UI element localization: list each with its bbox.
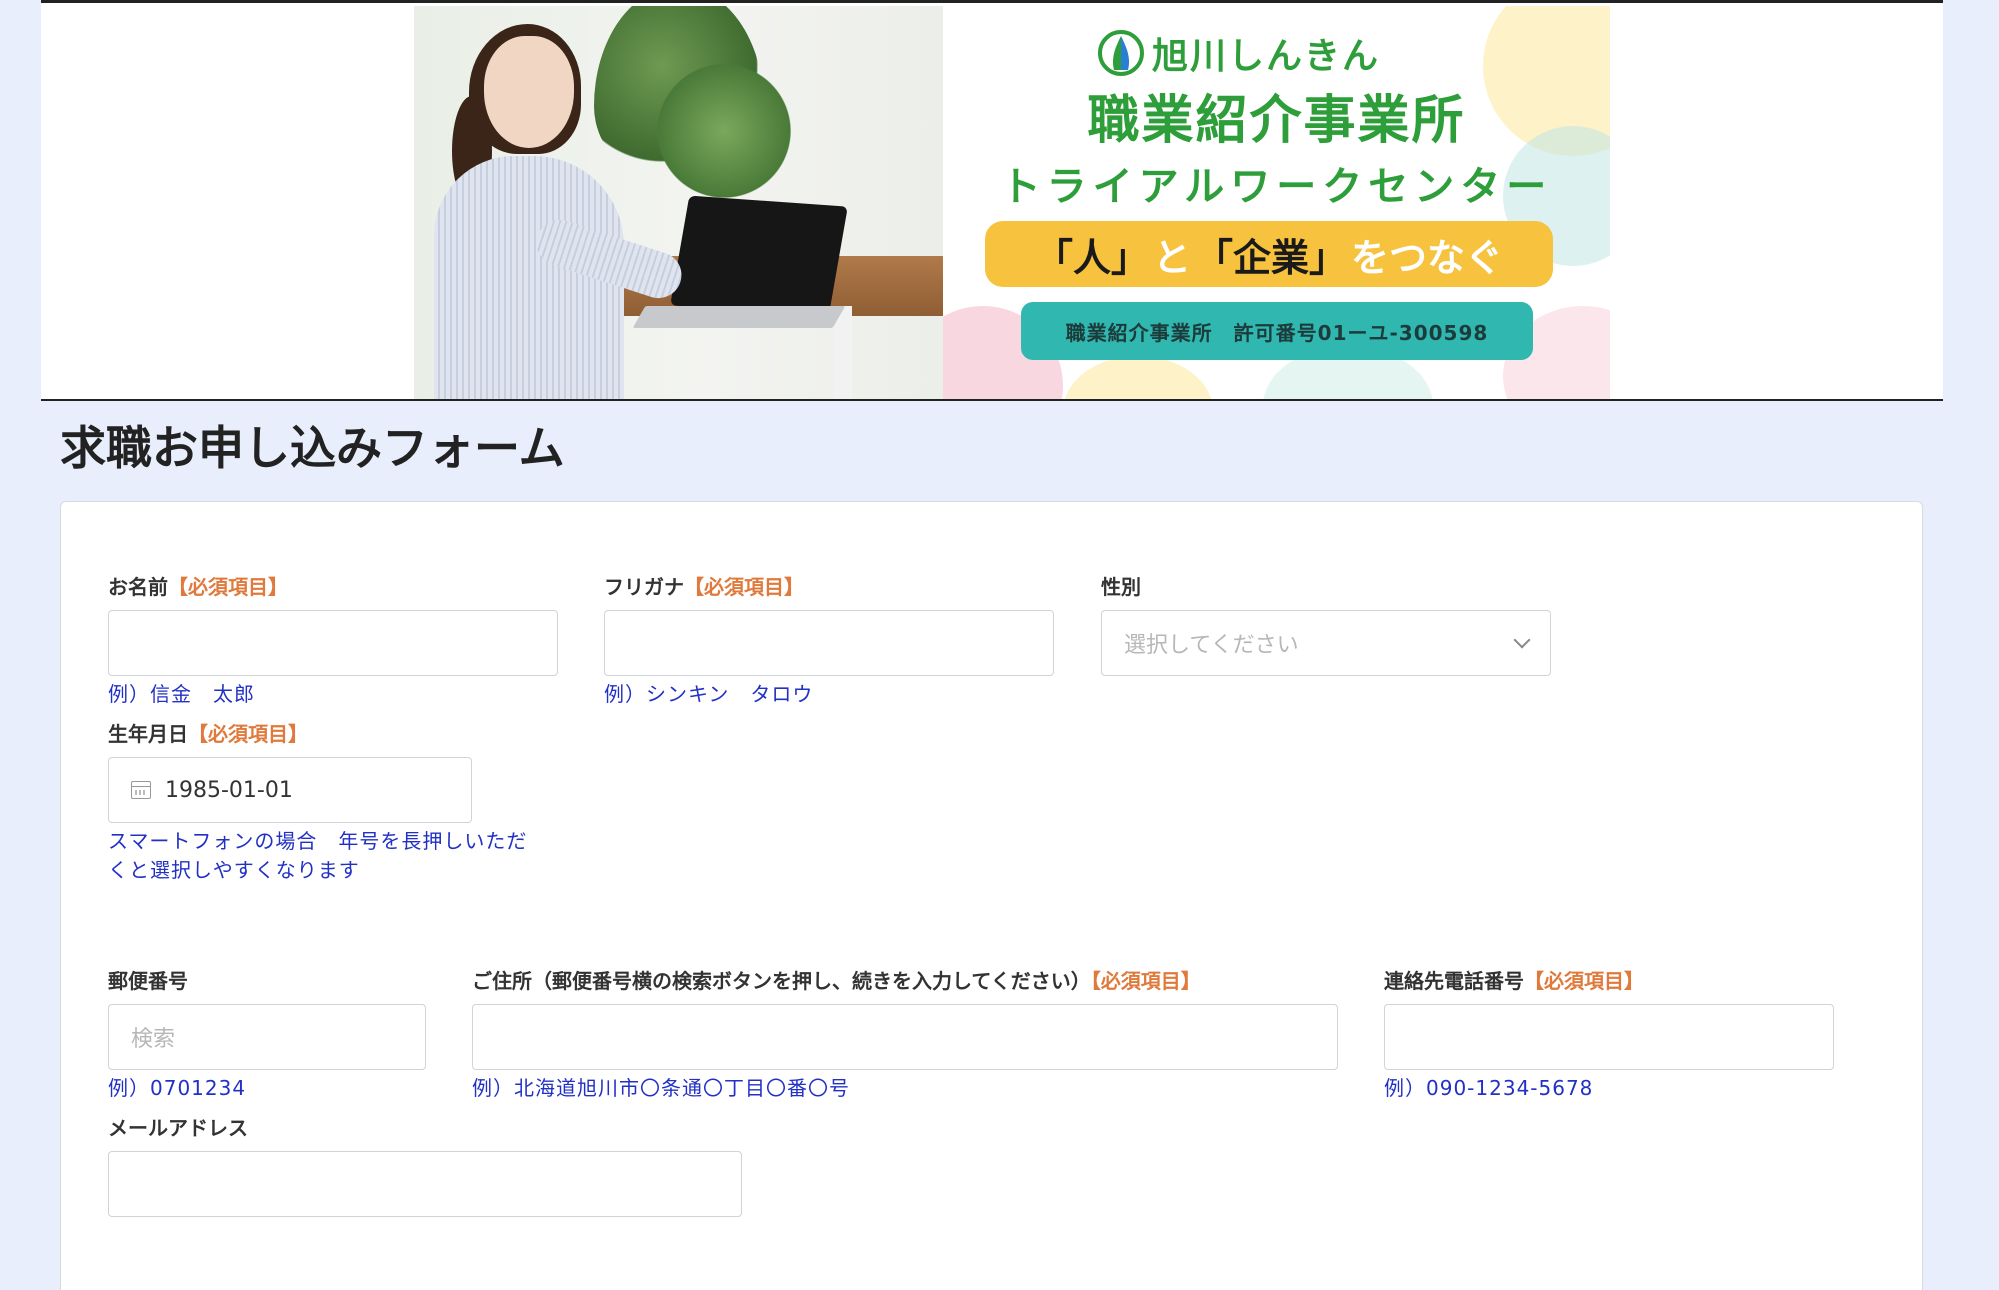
banner-graphic: 旭川しんきん 職業紹介事業所 トライアルワークセンター 「人」 と 「企業」 を… [943,6,1610,399]
address-hint: 例）北海道旭川市〇条通〇丁目〇番〇号 [472,1076,850,1100]
page-title: 求職お申し込みフォーム [60,421,565,475]
furigana-hint: 例）シンキン タロウ [604,682,814,706]
brand-row: 旭川しんきん [1098,28,1380,78]
tagline-pill: 「人」 と 「企業」 をつなぐ [985,221,1553,287]
name-input[interactable] [108,610,558,676]
required-mark: 【必須項目】 [1090,969,1201,993]
birthdate-label: 生年月日【必須項目】 [108,722,308,746]
phone-label: 連絡先電話番号【必須項目】 [1384,969,1644,993]
email-field-group: メールアドレス [108,1115,742,1217]
address-input[interactable] [472,1004,1338,1070]
tagline-part1: 「人」 [1034,235,1149,280]
postal-hint: 例）0701234 [108,1076,247,1100]
gender-field-group: 性別 選択してください [1101,574,1551,676]
form-card: お名前【必須項目】 例）信金 太郎 フリガナ【必須項目】 例）シンキン タロウ … [60,501,1923,1290]
tagline-part2: と [1152,235,1191,280]
address-label: ご住所（郵便番号横の検索ボタンを押し、続きを入力してください）【必須項目】 [472,969,1201,993]
furigana-input[interactable] [604,610,1054,676]
phone-hint: 例）090-1234-5678 [1384,1076,1594,1100]
postal-field-group: 郵便番号 検索 例）0701234 [108,968,426,1103]
address-field-group: ご住所（郵便番号横の検索ボタンを押し、続きを入力してください）【必須項目】 例）… [472,968,1338,1103]
calendar-icon [131,781,151,799]
banner-title-sub: トライアルワークセンター [1000,164,1553,210]
furigana-field-group: フリガナ【必須項目】 例）シンキン タロウ [604,574,1054,709]
name-label: お名前【必須項目】 [108,575,288,599]
gender-label: 性別 [1101,575,1141,599]
phone-field-group: 連絡先電話番号【必須項目】 例）090-1234-5678 [1384,968,1834,1103]
postal-search-input[interactable]: 検索 [108,1004,426,1070]
birthdate-field-group: 生年月日【必須項目】 1985-01-01 スマートフォンの場合 年号を長押しい… [108,721,558,885]
chevron-down-icon [1513,631,1531,649]
birthdate-input[interactable]: 1985-01-01 [108,757,472,823]
required-mark: 【必須項目】 [684,575,804,599]
required-mark: 【必須項目】 [1524,969,1644,993]
gender-select[interactable]: 選択してください [1101,610,1551,676]
page: 旭川しんきん 職業紹介事業所 トライアルワークセンター 「人」 と 「企業」 を… [0,0,1999,1290]
required-mark: 【必須項目】 [188,722,308,746]
name-hint: 例）信金 太郎 [108,682,255,706]
brand-logo-icon [1098,30,1144,76]
phone-input[interactable] [1384,1004,1834,1070]
banner-title-main: 職業紹介事業所 [1087,91,1466,151]
name-field-group: お名前【必須項目】 例）信金 太郎 [108,574,558,709]
furigana-label: フリガナ【必須項目】 [604,575,804,599]
banner-photo [414,6,943,399]
email-label: メールアドレス [108,1116,248,1140]
email-input[interactable] [108,1151,742,1217]
birthdate-hint: スマートフォンの場合 年号を長押しいただ くと選択しやすくなります [108,829,528,882]
brand-name: 旭川しんきん [1152,36,1381,77]
tagline-part4: をつなぐ [1351,235,1504,280]
tagline-part3: 「企業」 [1195,235,1348,280]
license-badge: 職業紹介事業所 許可番号01ーユ-300598 [1021,302,1533,360]
required-mark: 【必須項目】 [168,575,288,599]
header-banner: 旭川しんきん 職業紹介事業所 トライアルワークセンター 「人」 と 「企業」 を… [41,0,1943,401]
postal-label: 郵便番号 [108,969,188,993]
